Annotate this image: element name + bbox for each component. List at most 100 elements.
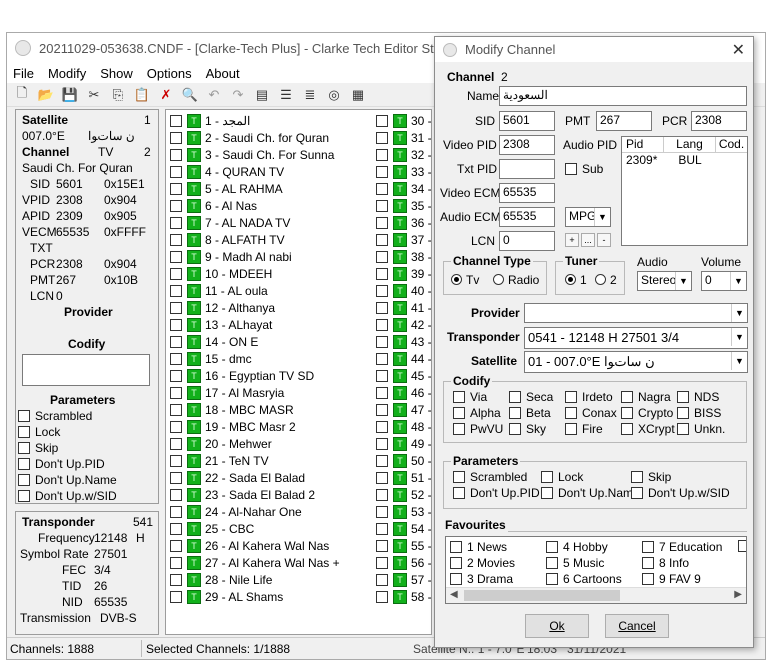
video-pid-input[interactable]: 2308 [499, 135, 555, 155]
checkbox-box[interactable] [376, 233, 388, 246]
checkbox-box[interactable] [450, 541, 462, 553]
list-item[interactable]: T 43 - T [376, 333, 431, 350]
checkbox-box[interactable] [170, 386, 182, 399]
list-item[interactable]: T 5 - AL RAHMA [170, 180, 283, 197]
list-item[interactable]: T 30 - A [376, 112, 431, 129]
delete-icon[interactable]: ✗ [157, 87, 175, 103]
checkbox-box[interactable] [453, 487, 465, 499]
tv-radio[interactable]: Tv [451, 273, 479, 287]
checkbox-box[interactable] [170, 590, 182, 603]
checkbox-box[interactable] [509, 423, 521, 435]
checkbox-box[interactable] [453, 391, 465, 403]
checkbox-box[interactable] [450, 557, 462, 569]
close-icon[interactable]: ✕ [732, 40, 745, 60]
list-item[interactable]: T 15 - dmc [170, 350, 252, 367]
list-item[interactable]: T 13 - ALhayat [170, 316, 272, 333]
menu-show[interactable]: Show [100, 66, 133, 81]
transponder-icon[interactable]: ▦ [349, 87, 367, 103]
codify-checkbox[interactable]: Fire [565, 422, 603, 436]
checkbox-box[interactable] [509, 391, 521, 403]
checkbox-box[interactable] [170, 199, 182, 212]
checkbox-box[interactable] [170, 131, 182, 144]
checkbox-box[interactable] [170, 352, 182, 365]
chevron-down-icon[interactable]: ▼ [675, 272, 691, 290]
list-item[interactable]: T 4 - QURAN TV [170, 163, 284, 180]
list-item[interactable]: T 55 - Z [376, 537, 431, 554]
favourite-checkbox[interactable]: 4 Hobby [546, 540, 608, 554]
list-item[interactable]: T 9 - Madh Al nabi [170, 248, 292, 265]
list-item[interactable]: T 28 - Nile Life [170, 571, 272, 588]
checkbox-box[interactable] [376, 114, 388, 127]
menu-file[interactable]: File [13, 66, 34, 81]
checkbox-box[interactable] [376, 403, 388, 416]
volume-select[interactable]: 0 ▼ [701, 271, 747, 291]
codify-checkbox[interactable]: Via [453, 390, 487, 404]
open-icon[interactable]: 📂 [37, 87, 55, 103]
satellite-icon[interactable]: ◎ [325, 87, 343, 103]
codify-checkbox[interactable]: Sky [509, 422, 546, 436]
list-item[interactable]: T 48 - N [376, 418, 431, 435]
checkbox-box[interactable] [546, 541, 558, 553]
tv-radio-dot[interactable] [451, 274, 462, 285]
favourite-checkbox[interactable]: 2 Movies [450, 556, 515, 570]
audio-ecm-input[interactable]: 65535 [499, 207, 555, 227]
radio-radio-dot[interactable] [493, 274, 504, 285]
list-item[interactable]: T 58 - D [376, 588, 431, 605]
list-item[interactable]: T 26 - Al Kahera Wal Nas [170, 537, 329, 554]
checkbox-box[interactable] [450, 573, 462, 585]
checkbox-box[interactable] [170, 301, 182, 314]
list-item[interactable]: T 39 - A [376, 265, 431, 282]
checkbox-box[interactable] [376, 165, 388, 178]
checkbox-box[interactable] [546, 573, 558, 585]
list-item[interactable]: T 35 - M [376, 197, 431, 214]
favourite-checkbox[interactable]: 8 Info [642, 556, 689, 570]
param-checkbox[interactable]: Don't Up.Name [541, 486, 640, 500]
checkbox-box[interactable] [642, 557, 654, 569]
param-checkbox[interactable]: Skip [631, 470, 671, 484]
checkbox-box[interactable] [170, 471, 182, 484]
scroll-right-icon[interactable]: ▶ [734, 589, 742, 600]
ok-button[interactable]: Ok [525, 614, 589, 638]
favourites-scrollbar[interactable]: ◀ ▶ [446, 587, 746, 603]
name-input[interactable]: السعودية [499, 86, 747, 106]
list-item[interactable]: T 17 - Al Masryia [170, 384, 284, 401]
list-item[interactable]: T 27 - Al Kahera Wal Nas + [170, 554, 340, 571]
checkbox-box[interactable] [376, 284, 388, 297]
checkbox-box[interactable] [170, 284, 182, 297]
checkbox-box[interactable] [170, 318, 182, 331]
list-item[interactable]: T 34 - M [376, 180, 431, 197]
favourite-checkbox[interactable]: 5 Music [546, 556, 604, 570]
checkbox-box[interactable] [170, 522, 182, 535]
checkbox-box[interactable] [18, 426, 30, 438]
add-pid-button[interactable]: + [565, 233, 579, 247]
checkbox-box[interactable] [565, 423, 577, 435]
transponder-select[interactable]: 0541 - 12148 H 27501 3/4 ▼ [524, 327, 748, 349]
list-item[interactable]: T 7 - AL NADA TV [170, 214, 290, 231]
audio-pid-table[interactable]: Pid Lang Cod. 2309* BUL [621, 136, 748, 246]
pid-column-header[interactable]: Pid [622, 137, 664, 152]
checkbox-box[interactable] [677, 423, 689, 435]
favourite-checkbox[interactable]: 7 Education [642, 540, 722, 554]
checkbox-box[interactable] [170, 539, 182, 552]
checkbox-box[interactable] [170, 369, 182, 382]
list-item[interactable]: T 1 - المجد [170, 112, 250, 129]
chevron-down-icon[interactable]: ▼ [731, 352, 747, 370]
checkbox-box[interactable] [376, 590, 388, 603]
checkbox-box[interactable] [170, 267, 182, 280]
list-item[interactable]: T 38 - A [376, 248, 431, 265]
checkbox-box[interactable] [376, 301, 388, 314]
param-checkbox[interactable]: Don't Up.PID [453, 486, 540, 500]
favourite-checkbox[interactable]: 3 Drama [450, 572, 513, 586]
list-item[interactable]: T 19 - MBC Masr 2 [170, 418, 296, 435]
checkbox-box[interactable] [170, 403, 182, 416]
checkbox-box[interactable] [376, 556, 388, 569]
menu-modify[interactable]: Modify [48, 66, 86, 81]
audio-format-select[interactable]: MPG ▼ [565, 207, 611, 227]
codify-checkbox[interactable]: Irdeto [565, 390, 613, 404]
checkbox-box[interactable] [376, 573, 388, 586]
list-item[interactable]: T 3 - Saudi Ch. For Sunna [170, 146, 334, 163]
checkbox-box[interactable] [170, 148, 182, 161]
checkbox-box[interactable] [677, 391, 689, 403]
checkbox-box[interactable] [376, 131, 388, 144]
checkbox-box[interactable] [453, 471, 465, 483]
